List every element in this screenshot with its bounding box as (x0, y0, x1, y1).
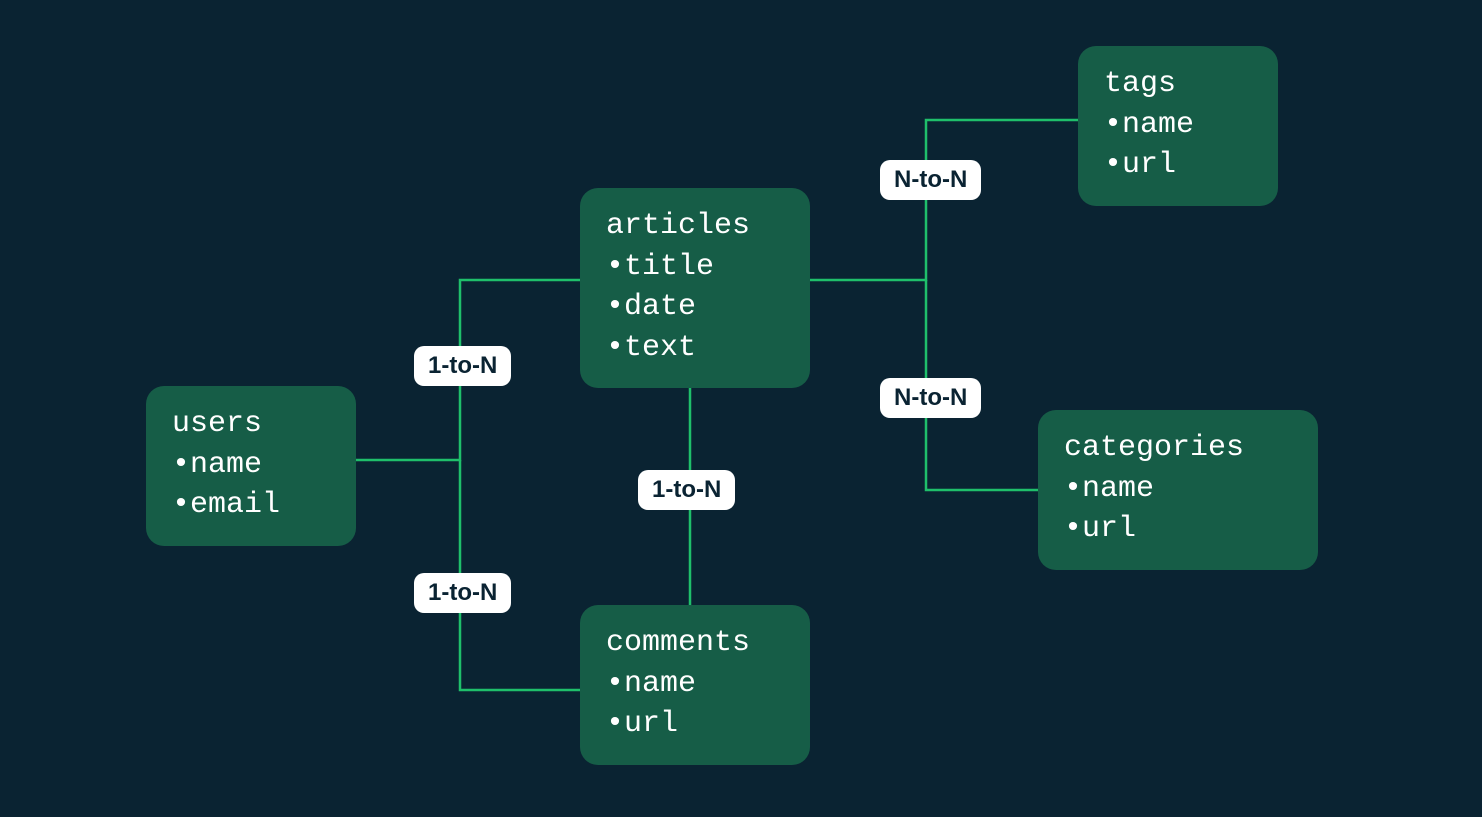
entity-title: tags (1104, 64, 1252, 105)
entity-field: •name (172, 445, 330, 486)
entity-field: •name (606, 664, 784, 705)
entity-comments: comments •name •url (580, 605, 810, 765)
relationship-users-articles: 1-to-N (414, 346, 511, 386)
connector-line (810, 120, 1078, 280)
entity-field: •email (172, 485, 330, 526)
entity-field: •date (606, 287, 784, 328)
entity-field: •title (606, 247, 784, 288)
entity-title: categories (1064, 428, 1292, 469)
entity-title: articles (606, 206, 784, 247)
relationship-articles-tags: N-to-N (880, 160, 981, 200)
entity-tags: tags •name •url (1078, 46, 1278, 206)
entity-users: users •name •email (146, 386, 356, 546)
entity-field: •url (1104, 145, 1252, 186)
entity-field: •url (606, 704, 784, 745)
entity-field: •text (606, 328, 784, 369)
entity-categories: categories •name •url (1038, 410, 1318, 570)
relationship-articles-categories: N-to-N (880, 378, 981, 418)
entity-field: •name (1064, 469, 1292, 510)
entity-field: •url (1064, 509, 1292, 550)
er-diagram-canvas: users •name •email articles •title •date… (0, 0, 1482, 817)
relationship-articles-comments: 1-to-N (638, 470, 735, 510)
entity-title: comments (606, 623, 784, 664)
entity-articles: articles •title •date •text (580, 188, 810, 388)
relationship-users-comments: 1-to-N (414, 573, 511, 613)
entity-field: •name (1104, 105, 1252, 146)
entity-title: users (172, 404, 330, 445)
